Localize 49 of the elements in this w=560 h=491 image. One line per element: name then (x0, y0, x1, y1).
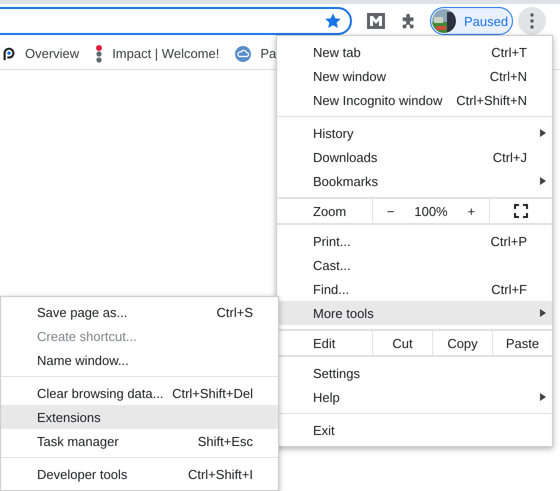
menu-item[interactable]: Task manager Shift+Esc (1, 429, 278, 453)
menu-button[interactable] (518, 7, 546, 35)
shortcut-text: Ctrl+F (491, 282, 527, 296)
menu-item[interactable]: New tab Ctrl+T (277, 40, 552, 64)
menu-item[interactable]: Save page as... Ctrl+S (1, 300, 278, 324)
bookmark-link[interactable]: Pa (260, 46, 276, 61)
shortcut-text: Ctrl+P (490, 234, 527, 248)
bookmark-link[interactable]: Impact | Welcome! (112, 46, 220, 61)
menu-item[interactable]: Settings (277, 361, 552, 385)
menu-item[interactable]: Find... Ctrl+F (277, 277, 552, 301)
shortcut-text: Shift+Esc (198, 434, 253, 448)
menu-item[interactable]: Print... Ctrl+P (277, 229, 552, 253)
menu-item[interactable]: Clear browsing data... Ctrl+Shift+Del (1, 381, 278, 405)
menu-item[interactable]: Bookmarks (277, 169, 552, 193)
menu-item[interactable]: Cast... (277, 253, 552, 277)
cloud-icon (235, 46, 252, 62)
menu-item[interactable]: Name window... (1, 348, 278, 372)
bookmark-icon (2, 46, 16, 62)
bookmark-icon (95, 44, 104, 62)
edit-action-button[interactable]: Paste (492, 331, 552, 355)
shortcut-text: Ctrl+Shift+Del (172, 386, 253, 400)
menu-item[interactable]: Developer tools Ctrl+Shift+I (1, 462, 278, 486)
menu-item[interactable]: New window Ctrl+N (277, 64, 552, 88)
zoom-label: Zoom (277, 199, 373, 223)
shortcut-text: Ctrl+S (216, 304, 253, 320)
menu-item[interactable]: Help (277, 385, 552, 409)
more-icon (530, 13, 534, 29)
shortcut-text: Ctrl+Shift+N (456, 92, 527, 108)
shortcut-text: Ctrl+N (490, 68, 527, 84)
menu-item[interactable]: Exit (277, 418, 552, 442)
bookmark-link[interactable]: Overview (25, 46, 80, 61)
star-icon[interactable] (324, 12, 342, 30)
profile-chip[interactable]: Paused (430, 7, 513, 35)
fullscreen-icon (514, 204, 528, 218)
zoom-out-button[interactable]: − (378, 204, 403, 218)
menu-item[interactable]: History (277, 121, 552, 145)
menu-item[interactable]: Downloads Ctrl+J (277, 145, 552, 169)
extension-m-icon[interactable] (366, 11, 386, 31)
menu-item[interactable]: New Incognito window Ctrl+Shift+N (277, 88, 552, 112)
edit-action-button[interactable]: Cut (373, 331, 432, 355)
edit-action-button[interactable]: Copy (432, 331, 492, 355)
shortcut-text: Ctrl+T (491, 44, 527, 60)
menu-item[interactable]: Extensions (1, 405, 278, 429)
shortcut-text: Ctrl+Shift+I (188, 466, 253, 482)
address-bar[interactable] (0, 7, 352, 35)
menu-item[interactable]: More tools (277, 301, 552, 325)
zoom-in-button[interactable]: + (459, 204, 484, 218)
shortcut-text: Ctrl+J (492, 150, 527, 164)
zoom-level: 100% (414, 204, 448, 218)
